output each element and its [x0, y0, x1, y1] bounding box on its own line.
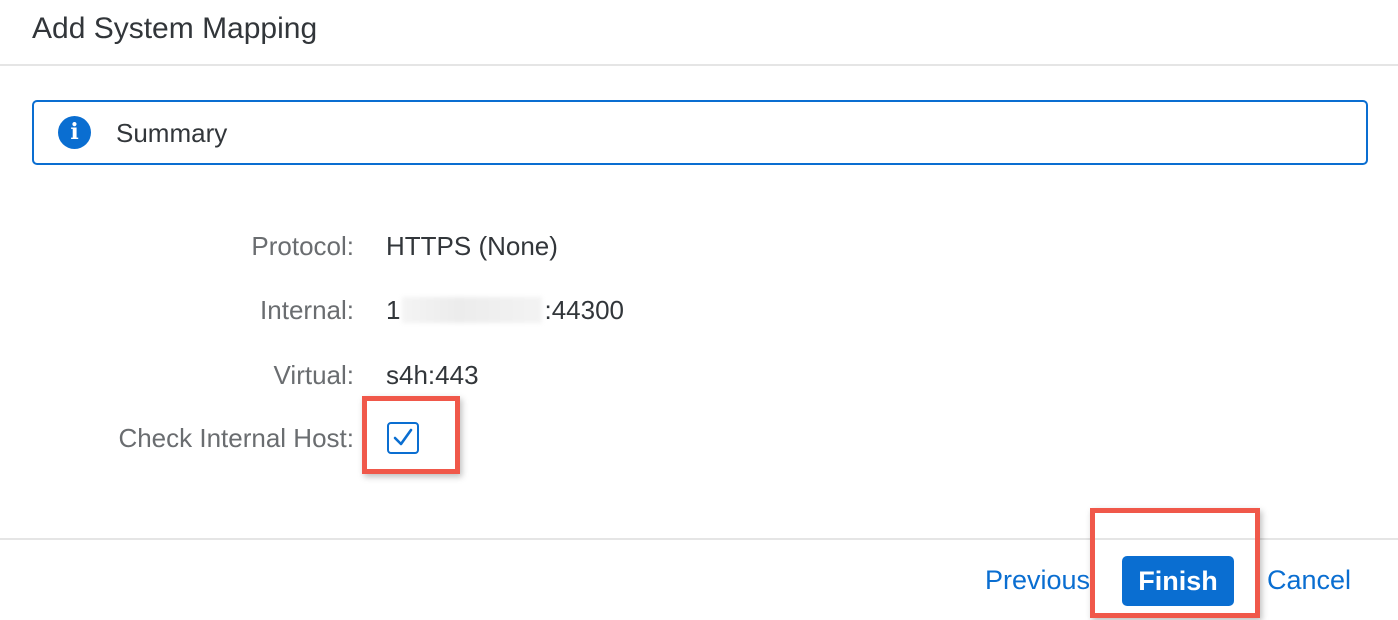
internal-value-prefix: 1 — [386, 295, 401, 325]
virtual-label: Virtual: — [273, 360, 354, 390]
dialog-header: Add System Mapping — [0, 0, 1398, 66]
internal-value: 1 :44300 — [386, 290, 624, 330]
internal-label: Internal: — [260, 295, 354, 325]
protocol-value: HTTPS (None) — [386, 231, 558, 261]
check-host-label: Check Internal Host: — [118, 423, 354, 453]
summary-text: Summary — [116, 118, 228, 148]
add-system-mapping-dialog: Add System Mapping i Summary Protocol: H… — [0, 0, 1398, 620]
internal-row: Internal: 1 :44300 — [0, 290, 1398, 330]
check-host-row: Check Internal Host: — [0, 418, 1398, 458]
redacted-host-mask — [402, 297, 543, 323]
protocol-label: Protocol: — [251, 231, 354, 261]
finish-highlight-box — [1090, 508, 1260, 618]
protocol-row: Protocol: HTTPS (None) — [0, 226, 1398, 266]
info-icon: i — [58, 116, 91, 149]
dialog-title: Add System Mapping — [32, 12, 318, 45]
previous-button[interactable]: Previous — [985, 560, 1090, 600]
virtual-value: s4h:443 — [386, 360, 479, 390]
virtual-row: Virtual: s4h:443 — [0, 355, 1398, 395]
checkbox-highlight-box — [362, 396, 460, 474]
internal-value-suffix: :44300 — [544, 295, 624, 325]
summary-info-strip: i Summary — [32, 100, 1368, 165]
cancel-button[interactable]: Cancel — [1267, 560, 1351, 600]
